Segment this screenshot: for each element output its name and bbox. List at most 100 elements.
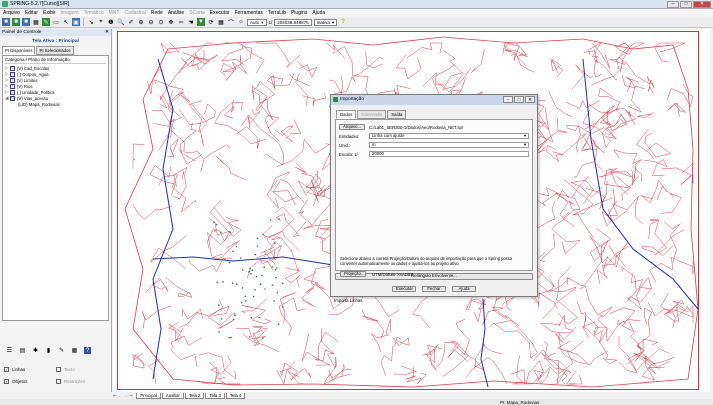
checkbox-box[interactable]: ✓ bbox=[4, 366, 9, 372]
dialog-close-button[interactable]: ✕ bbox=[525, 96, 535, 103]
expander-icon[interactable]: ◢ bbox=[5, 95, 8, 101]
checkbox-box[interactable]: ✓ bbox=[4, 378, 9, 384]
grid-icon[interactable]: ▦ bbox=[217, 18, 225, 26]
zoom-in-icon[interactable]: ⊕ bbox=[137, 18, 145, 26]
mode-select[interactable]: Inativa ▾ bbox=[313, 18, 338, 26]
scale-input[interactable]: 204038.848875 bbox=[274, 18, 312, 26]
entity-select[interactable]: Linha com ajuste ▾ bbox=[369, 133, 529, 139]
help-icon[interactable]: ? bbox=[339, 18, 347, 26]
checkbox-2[interactable]: ✓ Objetos bbox=[4, 378, 56, 384]
road-line bbox=[302, 93, 327, 107]
layers-icon[interactable]: ▦ bbox=[32, 18, 40, 26]
help-panel-icon[interactable]: ? bbox=[84, 347, 91, 354]
road-line bbox=[548, 91, 572, 117]
sheet-tab-tela2[interactable]: Tela 2 bbox=[184, 392, 205, 399]
color-icon[interactable]: ▼ bbox=[197, 18, 205, 26]
chart-bars-icon[interactable]: ▮ bbox=[45, 347, 52, 354]
close-dialog-button[interactable]: Fechar bbox=[422, 286, 446, 292]
chart-icon[interactable]: ⌒ bbox=[227, 18, 235, 27]
checkbox-0[interactable]: ✓ Linhas bbox=[4, 366, 56, 372]
help-button[interactable]: Ajuda bbox=[452, 286, 476, 292]
sheet-tab-auxiliar[interactable]: Auxiliar bbox=[161, 392, 184, 399]
file-button[interactable]: Arquivo... bbox=[339, 124, 365, 130]
dialog-maximize-button[interactable]: □ bbox=[514, 96, 524, 103]
scale-field[interactable]: 20000 bbox=[369, 151, 529, 157]
new-project-icon[interactable]: ■ bbox=[2, 18, 10, 26]
menu-item-3[interactable]: Imagem bbox=[61, 9, 79, 17]
draw-icon[interactable]: ▣ bbox=[72, 18, 80, 26]
menu-item-12[interactable]: TerraLib bbox=[268, 9, 286, 17]
zoom-fit-icon[interactable]: ⊙ bbox=[157, 18, 165, 26]
list-icon[interactable]: ☰ bbox=[6, 347, 13, 354]
projection-button[interactable]: Projeção... bbox=[340, 271, 366, 277]
info-icon[interactable]: ❶ bbox=[107, 18, 115, 26]
menu-item-2[interactable]: Exibir bbox=[43, 9, 56, 17]
hand-icon[interactable]: ☚ bbox=[187, 18, 195, 26]
tab-dados[interactable]: Dados bbox=[336, 110, 357, 119]
panel-close-icon[interactable]: ✕ bbox=[105, 29, 109, 36]
projection-info-text: Selecione abaixo a correta Projeção/Datu… bbox=[340, 256, 513, 266]
road-line bbox=[256, 42, 301, 68]
cursor-icon[interactable]: ⌖ bbox=[97, 18, 105, 26]
menu-item-7[interactable]: Rede bbox=[151, 9, 163, 17]
maximize-button[interactable]: □ bbox=[680, 1, 692, 8]
menu-item-10[interactable]: Executar bbox=[210, 9, 230, 17]
panel-header-label: Painel de Controle bbox=[2, 30, 42, 35]
sheet-tab-principal[interactable]: Principal bbox=[136, 392, 161, 399]
sheet-tab-tela3[interactable]: Tela 3 bbox=[205, 392, 225, 399]
menu-item-6[interactable]: Cadastral bbox=[124, 9, 145, 17]
pi-row[interactable]: (LID) Mapa_Rodovias bbox=[5, 101, 106, 107]
tab-saida[interactable]: Saída bbox=[387, 110, 407, 119]
road-line bbox=[626, 77, 639, 93]
previous-icon[interactable]: ⇦ bbox=[177, 18, 185, 26]
zoom-mode-select[interactable]: Auto ▾ bbox=[247, 18, 267, 26]
rectangle-icon[interactable]: ▭ bbox=[52, 18, 60, 26]
menu-item-14[interactable]: Ajuda bbox=[312, 9, 325, 17]
menu-item-0[interactable]: Arquivo bbox=[3, 9, 20, 17]
grid-view-icon[interactable]: ▦ bbox=[71, 347, 78, 354]
school-point bbox=[259, 283, 262, 285]
search-icon[interactable]: 🔍 bbox=[117, 18, 125, 26]
tab-available-pi[interactable]: PI Disponíveis bbox=[2, 46, 36, 55]
dialog-minimize-button[interactable]: – bbox=[503, 96, 513, 103]
arrow-icon[interactable]: ↖ bbox=[62, 18, 70, 26]
road-line bbox=[512, 355, 530, 385]
brush-icon[interactable]: ✎ bbox=[58, 347, 65, 354]
select-icon[interactable]: ↘ bbox=[87, 18, 95, 26]
lightbulb-icon[interactable]: ☼ bbox=[237, 18, 245, 26]
table-icon[interactable]: ▤ bbox=[19, 347, 26, 354]
road-line bbox=[236, 328, 266, 346]
edit-icon[interactable]: ✐ bbox=[127, 18, 135, 26]
tab-selected-pi[interactable]: PI Selecionados bbox=[36, 46, 74, 55]
road-line bbox=[482, 310, 507, 325]
school-point bbox=[231, 282, 234, 284]
road-line bbox=[321, 328, 337, 377]
legend-icon[interactable]: ✱ bbox=[32, 347, 39, 354]
sheet-tab-tela4[interactable]: Tela 4 bbox=[225, 392, 246, 399]
menu-item-8[interactable]: Análise bbox=[168, 9, 184, 17]
minimize-button[interactable]: – bbox=[667, 1, 679, 8]
refresh-icon[interactable]: ⟳ bbox=[207, 18, 215, 26]
menu-item-11[interactable]: Ferramentas bbox=[235, 9, 263, 17]
zoom-out-icon[interactable]: ⊖ bbox=[147, 18, 155, 26]
road-line bbox=[200, 144, 231, 172]
pencil-icon[interactable]: ✎ bbox=[42, 18, 50, 26]
menu-item-13[interactable]: Plugins bbox=[291, 9, 307, 17]
road-line bbox=[301, 333, 330, 366]
menu-item-9[interactable]: SCarta bbox=[189, 9, 205, 17]
execute-button[interactable]: Executar bbox=[392, 286, 416, 292]
unit-select[interactable]: m ▾ bbox=[369, 142, 529, 148]
database-icon[interactable]: ■ bbox=[12, 18, 20, 26]
pan-icon[interactable]: ✥ bbox=[167, 18, 175, 26]
road-line bbox=[567, 228, 612, 287]
road-line bbox=[214, 102, 267, 145]
close-button[interactable]: ✕ bbox=[693, 1, 711, 8]
school-point bbox=[275, 276, 277, 279]
menu-item-1[interactable]: Editar bbox=[25, 9, 38, 17]
sheet-nav-arrows[interactable]: ⇤ ← → ⇥ bbox=[113, 393, 132, 399]
school-point bbox=[262, 337, 264, 339]
road-line bbox=[621, 266, 637, 290]
project-icon[interactable]: ■ bbox=[22, 18, 30, 26]
menu-item-5[interactable]: MNT bbox=[109, 9, 120, 17]
menu-item-4[interactable]: Temático bbox=[84, 9, 104, 17]
